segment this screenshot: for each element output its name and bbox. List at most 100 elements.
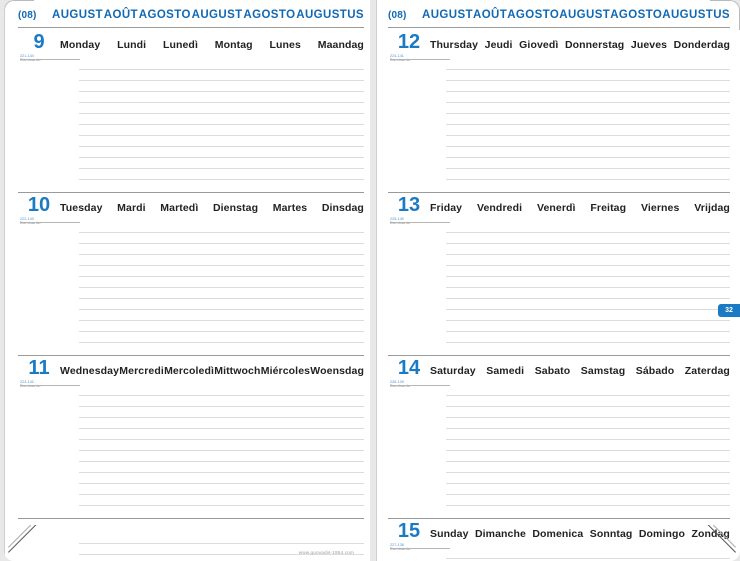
writing-lines[interactable] bbox=[376, 395, 740, 506]
writing-line[interactable] bbox=[446, 309, 730, 310]
writing-line[interactable] bbox=[446, 168, 730, 169]
writing-line[interactable] bbox=[79, 254, 364, 255]
writing-line[interactable] bbox=[79, 287, 364, 288]
day-block-10[interactable]: 10 Tuesday Mardi Martedì Dienstag Martes… bbox=[4, 193, 370, 356]
day-block-15[interactable]: 15 Sunday Dimanche Domenica Sonntag Domi… bbox=[376, 519, 740, 561]
weekday-en: Friday bbox=[430, 202, 463, 214]
day-meta: 224-141 Dominante: bbox=[376, 54, 740, 67]
writing-line[interactable] bbox=[79, 124, 364, 125]
writing-line[interactable] bbox=[446, 265, 730, 266]
writing-line[interactable] bbox=[79, 102, 364, 103]
writing-line[interactable] bbox=[79, 265, 364, 266]
writing-line[interactable] bbox=[79, 320, 364, 321]
weekday-nl: Zondag bbox=[691, 528, 730, 540]
writing-line[interactable] bbox=[79, 331, 364, 332]
dominante-rule bbox=[390, 384, 450, 386]
writing-line[interactable] bbox=[79, 450, 364, 451]
writing-line[interactable] bbox=[79, 406, 364, 407]
writing-line[interactable] bbox=[446, 91, 730, 92]
writing-line[interactable] bbox=[79, 113, 364, 114]
writing-lines[interactable] bbox=[376, 232, 740, 343]
dominante-rule bbox=[20, 384, 80, 386]
writing-line[interactable] bbox=[446, 276, 730, 277]
weekday-nl: Woensdag bbox=[310, 365, 364, 377]
writing-line[interactable] bbox=[446, 113, 730, 114]
day-block-13[interactable]: 13 Friday Vendredi Venerdì Freitag Viern… bbox=[376, 193, 740, 356]
writing-line[interactable] bbox=[446, 124, 730, 125]
week-number-tab[interactable]: 32 bbox=[718, 304, 740, 317]
writing-line[interactable] bbox=[446, 146, 730, 147]
writing-line[interactable] bbox=[446, 505, 730, 506]
writing-line[interactable] bbox=[446, 439, 730, 440]
writing-line[interactable] bbox=[446, 80, 730, 81]
day-header: 10 Tuesday Mardi Martedì Dienstag Martes… bbox=[4, 193, 370, 217]
writing-line[interactable] bbox=[446, 342, 730, 343]
writing-line[interactable] bbox=[446, 483, 730, 484]
writing-line[interactable] bbox=[79, 168, 364, 169]
left-page-header: (08) AUGUST AOÛT AGOSTO AUGUST AGOSTO AU… bbox=[4, 0, 370, 30]
month-name-list: AUGUST AOÛT AGOSTO AUGUST AGOSTO AUGUSTU… bbox=[422, 9, 730, 21]
writing-lines[interactable] bbox=[4, 232, 370, 343]
writing-line[interactable] bbox=[79, 232, 364, 233]
writing-line[interactable] bbox=[79, 439, 364, 440]
writing-line[interactable] bbox=[79, 146, 364, 147]
writing-line[interactable] bbox=[446, 472, 730, 473]
writing-line[interactable] bbox=[79, 179, 364, 180]
writing-line[interactable] bbox=[79, 483, 364, 484]
writing-line[interactable] bbox=[79, 309, 364, 310]
day-block-12[interactable]: 12 Thursday Jeudi Giovedì Donnerstag Jue… bbox=[376, 30, 740, 193]
day-block-11[interactable]: 11 Wednesday Mercredi Mercoledì Mittwoch… bbox=[4, 356, 370, 519]
writing-lines[interactable] bbox=[376, 69, 740, 180]
weekday-nl: Maandag bbox=[317, 39, 364, 51]
weekday-de: Sonntag bbox=[589, 528, 633, 540]
footer-url[interactable]: www.quovadis-1954.com bbox=[299, 550, 354, 555]
writing-lines[interactable] bbox=[4, 395, 370, 506]
writing-line[interactable] bbox=[446, 232, 730, 233]
writing-line[interactable] bbox=[446, 243, 730, 244]
writing-line[interactable] bbox=[79, 91, 364, 92]
writing-line[interactable] bbox=[446, 254, 730, 255]
writing-line[interactable] bbox=[446, 494, 730, 495]
writing-line[interactable] bbox=[446, 298, 730, 299]
writing-line[interactable] bbox=[79, 505, 364, 506]
writing-line[interactable] bbox=[446, 157, 730, 158]
writing-line[interactable] bbox=[446, 102, 730, 103]
writing-lines[interactable] bbox=[4, 69, 370, 180]
writing-line[interactable] bbox=[79, 342, 364, 343]
dominante-rule bbox=[390, 547, 450, 549]
writing-line[interactable] bbox=[79, 428, 364, 429]
weekday-es: Viernes bbox=[640, 202, 680, 214]
writing-line[interactable] bbox=[79, 461, 364, 462]
writing-line[interactable] bbox=[446, 331, 730, 332]
writing-line[interactable] bbox=[446, 406, 730, 407]
day-block-14[interactable]: 14 Saturday Samedi Sabato Samstag Sábado… bbox=[376, 356, 740, 519]
weekday-de: Freitag bbox=[590, 202, 627, 214]
writing-line[interactable] bbox=[446, 395, 730, 396]
writing-line[interactable] bbox=[79, 276, 364, 277]
writing-line[interactable] bbox=[446, 287, 730, 288]
weekday-es: Miércoles bbox=[260, 365, 311, 377]
month-name-de: AUGUST bbox=[559, 9, 611, 21]
writing-line[interactable] bbox=[446, 461, 730, 462]
writing-line[interactable] bbox=[446, 320, 730, 321]
day-block-9[interactable]: 9 Monday Lundi Lunedì Montag Lunes Maand… bbox=[4, 30, 370, 193]
writing-line[interactable] bbox=[446, 450, 730, 451]
writing-line[interactable] bbox=[79, 298, 364, 299]
writing-line[interactable] bbox=[79, 243, 364, 244]
writing-line[interactable] bbox=[446, 417, 730, 418]
writing-line[interactable] bbox=[446, 179, 730, 180]
writing-line[interactable] bbox=[446, 69, 730, 70]
writing-line[interactable] bbox=[79, 80, 364, 81]
writing-line[interactable] bbox=[446, 428, 730, 429]
month-code: (08) bbox=[388, 9, 407, 21]
writing-line[interactable] bbox=[79, 69, 364, 70]
writing-line[interactable] bbox=[79, 543, 364, 544]
writing-line[interactable] bbox=[446, 558, 730, 559]
writing-line[interactable] bbox=[79, 157, 364, 158]
writing-line[interactable] bbox=[79, 494, 364, 495]
writing-line[interactable] bbox=[79, 135, 364, 136]
writing-line[interactable] bbox=[79, 395, 364, 396]
writing-line[interactable] bbox=[79, 472, 364, 473]
writing-line[interactable] bbox=[79, 417, 364, 418]
writing-line[interactable] bbox=[446, 135, 730, 136]
